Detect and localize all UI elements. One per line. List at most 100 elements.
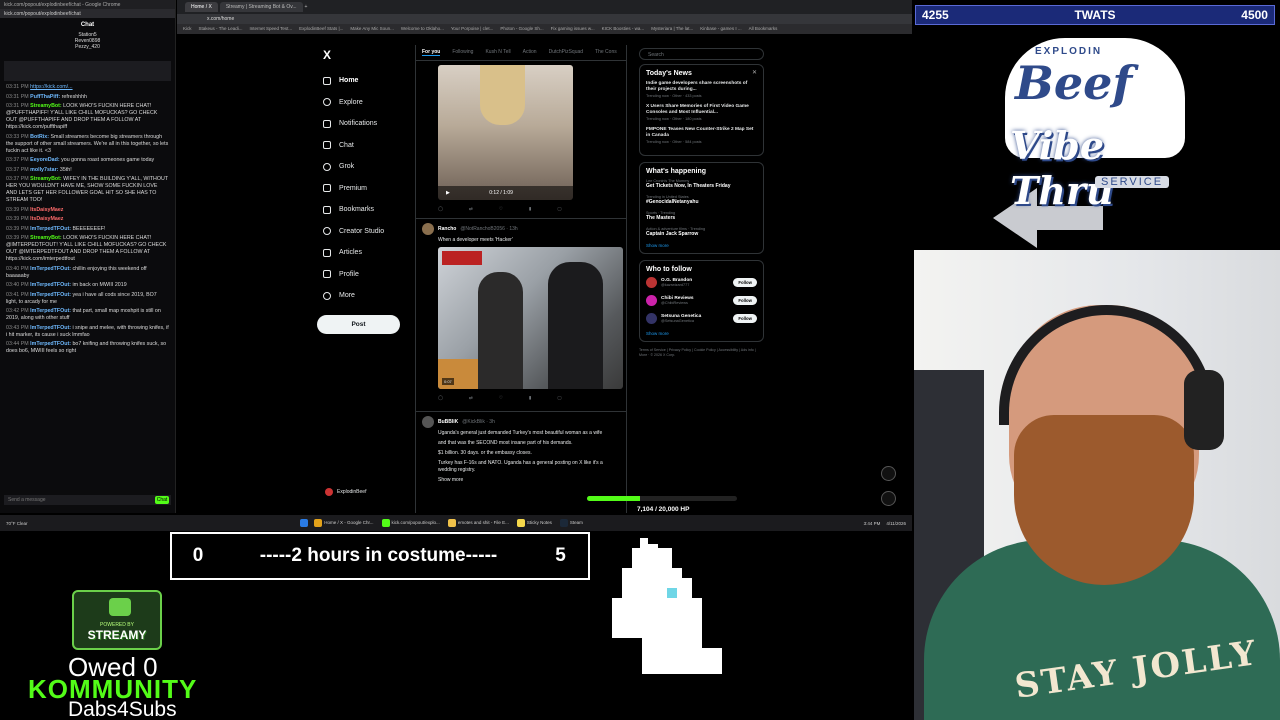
bookmark-icon[interactable]: ▢	[557, 395, 561, 401]
nav-item-profile[interactable]: Profile	[317, 264, 407, 286]
bookmark-item[interactable]: ExplodinBeef Stats |...	[299, 26, 343, 31]
follow-suggestion[interactable]: O.G. Brandon @kazrwizard777 Follow	[646, 277, 757, 288]
post-button[interactable]: Post	[317, 314, 400, 334]
nav-item-chat[interactable]: Chat	[317, 135, 407, 157]
follow-button[interactable]: Follow	[733, 278, 757, 287]
repost-icon[interactable]: ⇄	[469, 395, 473, 401]
close-icon[interactable]: ✕	[752, 69, 757, 76]
nav-item-explore[interactable]: Explore	[317, 92, 407, 114]
chat-window-url[interactable]: kick.com/popout/explodinbeef/chat	[0, 9, 175, 18]
avatar[interactable]	[646, 277, 657, 288]
bookmark-item[interactable]: Stakeus - The Leadi...	[199, 26, 243, 31]
taskbar-app[interactable]: Steam	[559, 519, 583, 527]
tab-home-x[interactable]: Home / X	[185, 2, 218, 12]
bookmark-item[interactable]: Kick	[183, 26, 192, 31]
tweet-author[interactable]: BuBBliK	[438, 419, 458, 425]
feed-tab[interactable]: Following	[452, 49, 473, 56]
account-switcher[interactable]: ExplodinBeef	[325, 488, 366, 496]
nav-item-home[interactable]: Home	[317, 70, 407, 92]
chat-username[interactable]: ImTerpedTFOut:	[30, 226, 71, 232]
clock-time[interactable]: 3:44 PM	[864, 521, 881, 526]
video-controls[interactable]: ▶ 0:12 / 1:09	[438, 186, 573, 200]
tweet-author[interactable]: Rancho	[438, 226, 456, 232]
news-item[interactable]: Indie game developers share screenshots …	[646, 81, 757, 98]
trend-item[interactable]: Lee Cronin's The Mummy Get Tickets Now, I…	[646, 179, 757, 189]
taskbar-app[interactable]: kick.com/popout/explo...	[381, 519, 440, 527]
follow-button[interactable]: Follow	[733, 314, 757, 323]
chat-username[interactable]: ImTerpedTFOut:	[30, 308, 71, 314]
feed-tab[interactable]: Action	[523, 49, 537, 56]
bookmark-item[interactable]: Your Porpoise | clet...	[451, 26, 494, 31]
bookmark-item[interactable]: Internet Speed Test...	[249, 26, 292, 31]
news-item[interactable]: FMPONE Teases New Counter-Strike 2 Map S…	[646, 127, 757, 144]
show-more-link[interactable]: Show more	[438, 477, 620, 484]
taskbar-app[interactable]: Sticky Notes	[516, 519, 552, 527]
video-player[interactable]: ▶ 0:12 / 1:09	[438, 65, 573, 200]
trend-item[interactable]: Sports · Trending The Masters	[646, 211, 757, 221]
show-more-link[interactable]: Show more	[646, 243, 757, 248]
address-bar[interactable]: x.com/home	[177, 14, 912, 24]
new-tab-button[interactable]: +	[305, 4, 308, 10]
nav-item-grok[interactable]: Grok	[317, 156, 407, 178]
bookmark-item[interactable]: Welcome to Oklaho...	[401, 26, 444, 31]
chat-username[interactable]: ImTerpedTFOut:	[30, 292, 71, 298]
repost-icon[interactable]: ⇄	[469, 206, 473, 212]
bookmark-item[interactable]: Mysteriara | The lat...	[651, 26, 693, 31]
chat-username[interactable]: BotRix:	[30, 134, 49, 140]
feed-tab[interactable]: For you	[422, 49, 441, 56]
follow-button[interactable]: Follow	[733, 296, 757, 305]
show-more-link[interactable]: Show more	[646, 331, 757, 336]
nav-item-notifications[interactable]: Notifications	[317, 113, 407, 135]
avatar[interactable]	[646, 295, 657, 306]
chat-username[interactable]: StreamyBot:	[30, 235, 62, 241]
bookmark-item[interactable]: Kinbase - games I ...	[700, 26, 741, 31]
like-icon[interactable]: ♡	[499, 395, 503, 401]
feed-tab[interactable]: Kush N Tell	[485, 49, 510, 56]
chat-username[interactable]: molly7star:	[30, 167, 58, 173]
chat-username[interactable]: StreamyBot:	[30, 103, 62, 109]
chat-link[interactable]: https://kick.com/...	[30, 84, 72, 90]
like-icon[interactable]: ♡	[499, 206, 503, 212]
play-icon[interactable]: ▶	[446, 190, 450, 196]
views-icon[interactable]: ▮	[529, 206, 531, 212]
views-icon[interactable]: ▮	[529, 395, 531, 401]
reply-icon[interactable]: ◯	[438, 395, 443, 401]
nav-item-more[interactable]: More	[317, 285, 407, 307]
news-item[interactable]: X Users Share Memories of First Video Ga…	[646, 104, 757, 121]
bookmark-item[interactable]: All Bookmarks	[749, 26, 778, 31]
feed-tab[interactable]: The Cons	[595, 49, 617, 56]
chat-username[interactable]: ImTerpedTFOut:	[30, 266, 71, 272]
chat-username[interactable]: ItsDaisyMaez	[30, 216, 63, 222]
bookmark-item[interactable]: Make Any Mic Soun...	[350, 26, 394, 31]
chat-username[interactable]: ImTerpedTFOut:	[30, 341, 71, 347]
chat-message-input[interactable]: Send a message	[4, 495, 171, 505]
tweet-video[interactable]: 0:07	[438, 247, 623, 389]
follow-suggestion[interactable]: Setsuna Genetica @SetsunaGenetica Follow	[646, 313, 757, 324]
avatar[interactable]	[646, 313, 657, 324]
clock-date[interactable]: 4/11/2026	[886, 521, 906, 526]
legal-links[interactable]: Terms of Service | Privacy Policy | Cook…	[639, 348, 764, 358]
taskbar-app[interactable]: Home / X - Google Chr...	[314, 519, 374, 527]
x-logo-icon[interactable]: X	[323, 48, 407, 62]
bookmark-item[interactable]: KICK Boosties - wa...	[602, 26, 645, 31]
trend-item[interactable]: Action & adventure films · Trending Capta…	[646, 227, 757, 237]
taskbar-app[interactable]: emotes and shit - File E...	[447, 519, 509, 527]
chat-username[interactable]: ImTerpedTFOut:	[30, 325, 71, 331]
start-icon[interactable]	[300, 519, 309, 527]
avatar[interactable]	[422, 416, 434, 428]
search-input[interactable]: Search	[639, 48, 764, 60]
follow-suggestion[interactable]: Chibi Reviews @ChibiReviews Follow	[646, 295, 757, 306]
messages-icon[interactable]	[881, 491, 896, 506]
bookmark-item[interactable]: Photon - Google Sh...	[500, 26, 543, 31]
nav-item-bookmarks[interactable]: Bookmarks	[317, 199, 407, 221]
avatar[interactable]	[422, 223, 434, 235]
feed-tab[interactable]: DutchPizSquad	[549, 49, 583, 56]
chat-username[interactable]: PuffThaPiff:	[30, 94, 60, 100]
nav-item-articles[interactable]: Articles	[317, 242, 407, 264]
tweet[interactable]: BuBBliK @KickBlik · 3h Uganda's general …	[416, 411, 626, 491]
bookmark-item[interactable]: Fix gaming issues w...	[551, 26, 595, 31]
tab-streamy[interactable]: Streamy | Streaming Bot & Ov...	[219, 2, 303, 12]
weather-widget[interactable]: 70°F Clear	[6, 521, 28, 526]
nav-item-premium[interactable]: Premium	[317, 178, 407, 200]
tweet[interactable]: Rancho @NotRanchoB2056 · 13h When a deve…	[416, 218, 626, 411]
